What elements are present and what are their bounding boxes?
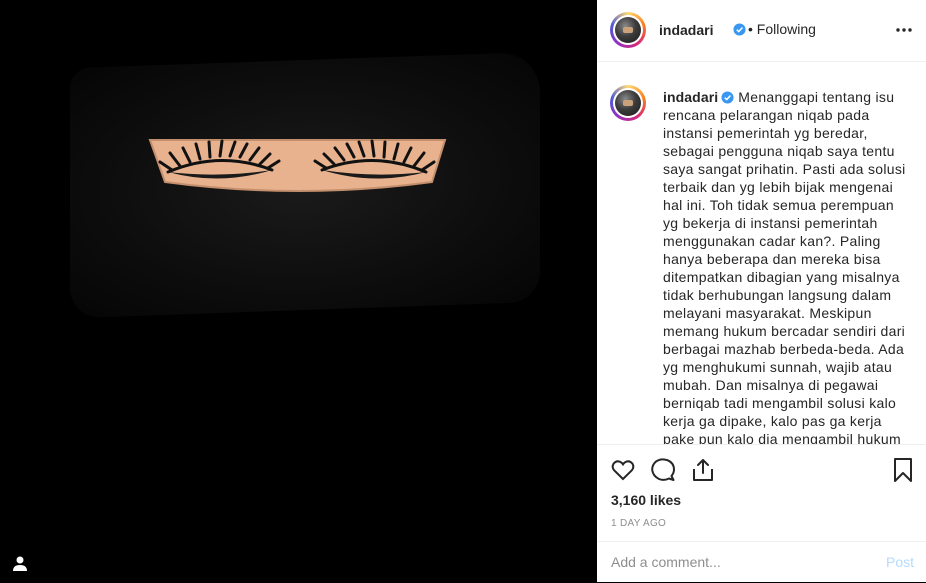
comment-bar: Post	[597, 541, 926, 583]
comment-input[interactable]	[611, 550, 871, 574]
verified-badge-icon	[721, 91, 734, 104]
post-image[interactable]	[0, 0, 597, 582]
share-icon[interactable]	[690, 457, 716, 483]
likes-count[interactable]: 3,160 likes	[611, 492, 681, 508]
post-actions: 3,160 likes 1 DAY AGO Post	[597, 444, 926, 582]
post-header: indadari • Following	[597, 0, 926, 62]
avatar[interactable]	[610, 12, 646, 48]
more-options-icon[interactable]	[894, 20, 914, 40]
caption-avatar[interactable]	[610, 85, 646, 121]
comments-area[interactable]: indadari Menanggapi tentang isu rencana …	[597, 63, 926, 444]
verified-badge-icon	[733, 23, 746, 36]
caption-text: Menanggapi tentang isu rencana pelaranga…	[663, 89, 906, 444]
follow-status[interactable]: • Following	[733, 21, 816, 37]
following-label[interactable]: Following	[757, 21, 816, 37]
post-side-panel: indadari • Following indadari Menanggapi…	[597, 0, 926, 582]
eyes-illustration	[148, 139, 447, 192]
heart-icon[interactable]	[610, 457, 636, 483]
user-tag-icon[interactable]	[10, 554, 30, 574]
caption-username[interactable]: indadari	[663, 89, 718, 105]
caption: indadari Menanggapi tentang isu rencana …	[663, 88, 908, 444]
comment-icon[interactable]	[650, 457, 676, 483]
header-username[interactable]: indadari	[659, 22, 713, 38]
post-timestamp[interactable]: 1 DAY AGO	[611, 518, 666, 529]
separator: •	[748, 21, 753, 37]
post-comment-button[interactable]: Post	[886, 554, 914, 570]
bookmark-icon[interactable]	[890, 457, 916, 483]
